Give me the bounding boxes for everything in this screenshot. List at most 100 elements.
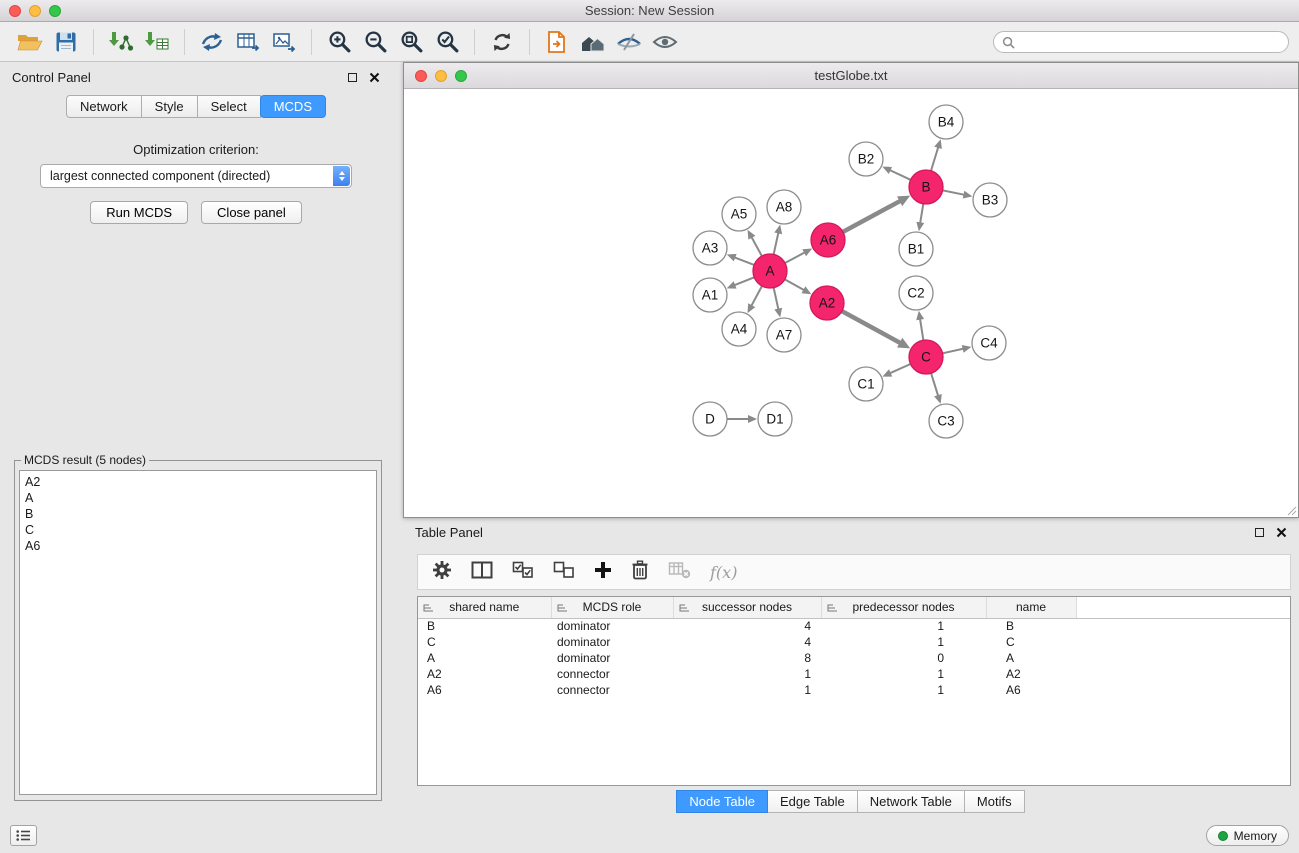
tab-network[interactable]: Network bbox=[66, 95, 142, 118]
zoom-out-button[interactable] bbox=[357, 26, 393, 58]
zoom-in-button[interactable] bbox=[321, 26, 357, 58]
show-columns-button[interactable] bbox=[471, 561, 493, 584]
application-window: Session: New Session bbox=[0, 0, 1299, 853]
list-item[interactable]: A6 bbox=[25, 538, 371, 554]
table-row[interactable]: B dominator 4 1 B bbox=[418, 618, 1290, 634]
import-network-button[interactable] bbox=[103, 26, 139, 58]
tab-network-table[interactable]: Network Table bbox=[857, 790, 965, 813]
tab-mcds[interactable]: MCDS bbox=[260, 95, 326, 118]
save-session-button[interactable] bbox=[48, 26, 84, 58]
graph-edge-A6-B[interactable] bbox=[843, 201, 901, 232]
search-field[interactable] bbox=[993, 31, 1289, 53]
graph-edge-A-A2[interactable] bbox=[785, 279, 805, 290]
float-panel-icon[interactable] bbox=[348, 73, 357, 82]
new-network-button[interactable] bbox=[194, 26, 230, 58]
list-item[interactable]: A2 bbox=[25, 474, 371, 490]
graph-edge-arrowhead bbox=[934, 139, 942, 149]
network-graph[interactable]: B4B2BB3A5A8A6A3B1AC2A1A2A4A7C4CC1C3DD1 bbox=[404, 90, 1298, 517]
tab-style[interactable]: Style bbox=[141, 95, 198, 118]
graph-edge-B-B2[interactable] bbox=[890, 170, 911, 180]
new-table-button[interactable] bbox=[230, 26, 266, 58]
graph-edge-B-B4[interactable] bbox=[931, 147, 938, 171]
network-window-titlebar[interactable]: testGlobe.txt bbox=[404, 63, 1298, 89]
resize-grip[interactable] bbox=[1285, 504, 1297, 516]
graph-edge-A-A6[interactable] bbox=[785, 252, 805, 263]
import-table-icon bbox=[144, 30, 170, 54]
close-window-button[interactable] bbox=[9, 5, 21, 17]
session-title: Session: New Session bbox=[585, 3, 714, 18]
zoom-selected-button[interactable] bbox=[429, 26, 465, 58]
tab-edge-table[interactable]: Edge Table bbox=[767, 790, 858, 813]
open-file-button[interactable] bbox=[539, 26, 575, 58]
column-header-shared-name[interactable]: shared name bbox=[418, 597, 551, 618]
optimization-criterion-select[interactable]: largest connected component (directed) bbox=[40, 164, 352, 188]
column-header-name[interactable]: name bbox=[986, 597, 1076, 618]
close-panel-button[interactable]: Close panel bbox=[201, 201, 302, 224]
close-network-button[interactable] bbox=[415, 70, 427, 82]
minimize-window-button[interactable] bbox=[29, 5, 41, 17]
memory-button[interactable]: Memory bbox=[1206, 825, 1289, 846]
graph-edge-C-C1[interactable] bbox=[890, 364, 911, 373]
table-row[interactable]: A2 connector 1 1 A2 bbox=[418, 666, 1290, 682]
graph-edge-C-C3[interactable] bbox=[931, 373, 938, 396]
graph-edge-A2-C[interactable] bbox=[842, 311, 901, 343]
graph-edge-A-A8[interactable] bbox=[774, 232, 779, 254]
column-header-predecessor-nodes[interactable]: predecessor nodes bbox=[821, 597, 986, 618]
open-session-button[interactable] bbox=[12, 26, 48, 58]
graph-edge-C-C4[interactable] bbox=[943, 349, 964, 354]
new-table-icon bbox=[236, 31, 261, 53]
show-panels-button[interactable] bbox=[10, 825, 37, 846]
create-column-button[interactable] bbox=[594, 561, 612, 584]
zoom-window-button[interactable] bbox=[49, 5, 61, 17]
delete-column-button[interactable] bbox=[631, 560, 649, 585]
tab-node-table[interactable]: Node Table bbox=[676, 790, 768, 813]
graphics-details-button[interactable] bbox=[611, 26, 647, 58]
graph-node-label: C1 bbox=[857, 377, 874, 392]
zoom-fit-button[interactable] bbox=[393, 26, 429, 58]
graph-edge-arrowhead bbox=[916, 222, 924, 232]
run-mcds-button[interactable]: Run MCDS bbox=[90, 201, 188, 224]
table-row[interactable]: A6 connector 1 1 A6 bbox=[418, 682, 1290, 698]
column-header-successor-nodes[interactable]: successor nodes bbox=[673, 597, 821, 618]
column-header-mcds-role[interactable]: MCDS role bbox=[551, 597, 673, 618]
zoom-network-button[interactable] bbox=[455, 70, 467, 82]
network-view-window: testGlobe.txt B4B2BB3A5A8A6A3B1AC2A1A2A4… bbox=[403, 62, 1299, 518]
float-panel-icon[interactable] bbox=[1255, 528, 1264, 537]
graph-edge-A-A5[interactable] bbox=[751, 237, 761, 256]
graph-edge-B-B3[interactable] bbox=[943, 190, 965, 194]
graph-edge-A-A7[interactable] bbox=[774, 288, 779, 310]
import-table-button[interactable] bbox=[139, 26, 175, 58]
minimize-network-button[interactable] bbox=[435, 70, 447, 82]
list-item[interactable]: A bbox=[25, 490, 371, 506]
export-image-button[interactable] bbox=[266, 26, 302, 58]
mcds-result-list[interactable]: A2 A B C A6 bbox=[19, 470, 377, 795]
close-panel-icon[interactable] bbox=[369, 72, 380, 83]
function-builder-button[interactable]: f(x) bbox=[710, 563, 737, 582]
deselect-all-columns-button[interactable] bbox=[553, 561, 575, 584]
tab-select[interactable]: Select bbox=[197, 95, 261, 118]
network-canvas[interactable]: B4B2BB3A5A8A6A3B1AC2A1A2A4A7C4CC1C3DD1 bbox=[404, 90, 1298, 517]
select-all-columns-button[interactable] bbox=[512, 561, 534, 584]
network-title: testGlobe.txt bbox=[815, 68, 888, 83]
memory-status-icon bbox=[1218, 831, 1228, 841]
graph-edge-B-B1[interactable] bbox=[920, 204, 923, 224]
search-input[interactable] bbox=[1020, 35, 1280, 49]
graph-edge-arrowhead bbox=[962, 345, 972, 353]
graph-edge-A-A1[interactable] bbox=[734, 277, 754, 285]
close-panel-icon[interactable] bbox=[1276, 527, 1287, 538]
graph-node-label: A2 bbox=[819, 296, 836, 311]
graph-edge-A-A4[interactable] bbox=[751, 286, 762, 306]
tab-motifs[interactable]: Motifs bbox=[964, 790, 1025, 813]
birdseye-view-button[interactable] bbox=[647, 26, 683, 58]
table-row[interactable]: C dominator 4 1 C bbox=[418, 634, 1290, 650]
home-view-button[interactable] bbox=[575, 26, 611, 58]
table-row[interactable]: A dominator 8 0 A bbox=[418, 650, 1290, 666]
apply-layout-button[interactable] bbox=[484, 26, 520, 58]
table-settings-button[interactable] bbox=[432, 560, 452, 585]
list-item[interactable]: B bbox=[25, 506, 371, 522]
graph-edge-C-C2[interactable] bbox=[920, 319, 923, 341]
graph-edge-A-A3[interactable] bbox=[734, 257, 754, 265]
delete-table-button[interactable] bbox=[668, 561, 691, 584]
list-item[interactable]: C bbox=[25, 522, 371, 538]
control-panel-title: Control Panel bbox=[12, 70, 91, 85]
